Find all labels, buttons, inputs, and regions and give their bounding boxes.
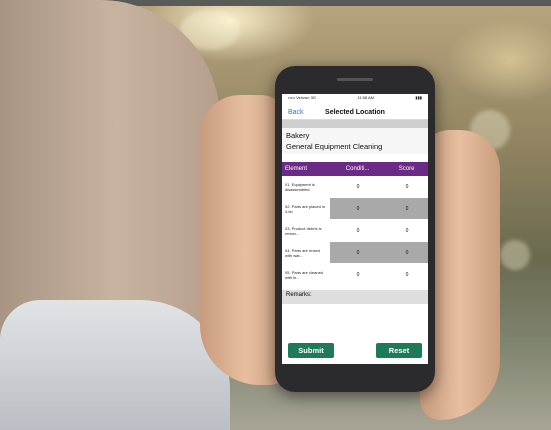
action-bar: Submit Reset xyxy=(282,343,428,358)
photo-scene: ••••• Verizon 3G 11:58 AM ▮▮▮ Back Selec… xyxy=(0,0,551,430)
location-info: Bakery General Equipment Cleaning xyxy=(282,128,428,154)
table-row[interactable]: 01. Equipment is disassembled 0 0 xyxy=(282,176,428,198)
table-row[interactable]: 03. Product debris is remov... 0 0 xyxy=(282,220,428,242)
battery-icon: ▮▮▮ xyxy=(415,95,422,100)
divider xyxy=(282,120,428,128)
clock: 11:58 AM xyxy=(357,95,374,100)
bokeh-light xyxy=(500,240,530,270)
page-title: Selected Location xyxy=(325,108,385,116)
row-element: 03. Product debris is remov... xyxy=(282,220,330,241)
task-name: General Equipment Cleaning xyxy=(286,142,383,151)
row-score[interactable]: 0 xyxy=(386,272,428,278)
table-row[interactable]: 05. Parts are cleaned with le... 0 0 xyxy=(282,264,428,286)
row-element: 04. Parts are rinsed with wat... xyxy=(282,242,330,263)
phone-speaker xyxy=(337,78,373,81)
header-element[interactable]: Element xyxy=(282,166,330,172)
row-condition[interactable]: 0 xyxy=(330,184,386,190)
smartphone: ••••• Verizon 3G 11:58 AM ▮▮▮ Back Selec… xyxy=(275,66,435,392)
row-condition[interactable]: 0 xyxy=(330,272,386,278)
location-name: Bakery xyxy=(286,131,310,140)
nav-bar: Back Selected Location xyxy=(282,105,428,120)
status-bar: ••••• Verizon 3G 11:58 AM ▮▮▮ xyxy=(282,94,428,105)
row-element: 02. Parts are placed in 4-tin xyxy=(282,198,330,219)
row-element: 01. Equipment is disassembled xyxy=(282,176,330,197)
table-header: Element Conditi... Score xyxy=(282,162,428,176)
submit-button[interactable]: Submit xyxy=(288,343,334,358)
row-condition[interactable]: 0 xyxy=(330,228,386,234)
table-row[interactable]: 04. Parts are rinsed with wat... 0 0 xyxy=(282,242,428,264)
reset-button[interactable]: Reset xyxy=(376,343,422,358)
row-score[interactable]: 0 xyxy=(386,228,428,234)
carrier-label: ••••• Verizon 3G xyxy=(288,95,316,100)
header-condition[interactable]: Conditi... xyxy=(330,166,385,172)
row-condition[interactable]: 0 xyxy=(330,206,386,212)
table-row[interactable]: 02. Parts are placed in 4-tin 0 0 xyxy=(282,198,428,220)
back-button[interactable]: Back xyxy=(288,109,318,116)
row-score[interactable]: 0 xyxy=(386,206,428,212)
row-element: 05. Parts are cleaned with le... xyxy=(282,264,330,285)
remarks-label: Remarks: xyxy=(282,290,428,304)
row-score[interactable]: 0 xyxy=(386,184,428,190)
row-score[interactable]: 0 xyxy=(386,250,428,256)
phone-screen: ••••• Verizon 3G 11:58 AM ▮▮▮ Back Selec… xyxy=(282,94,428,364)
row-condition[interactable]: 0 xyxy=(330,250,386,256)
header-score[interactable]: Score xyxy=(385,166,428,172)
remarks-input[interactable] xyxy=(282,304,428,332)
person-shoulder xyxy=(0,300,230,430)
